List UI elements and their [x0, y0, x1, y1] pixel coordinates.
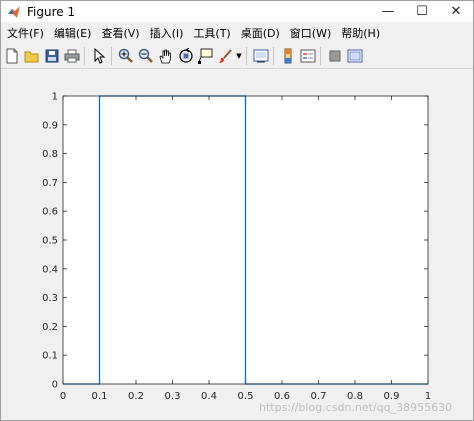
- minimize-icon: —: [381, 4, 395, 19]
- y-tick-label: 0.5: [42, 236, 58, 247]
- pan-button[interactable]: [157, 47, 175, 65]
- menu-help[interactable]: 帮助(H): [336, 25, 385, 41]
- y-tick-label: 1: [52, 92, 58, 103]
- colorbar-icon: [284, 48, 292, 64]
- close-button[interactable]: ✕: [439, 1, 473, 22]
- save-button[interactable]: [43, 47, 61, 65]
- show-plot-tools-icon: [347, 49, 363, 63]
- hand-icon: [159, 49, 171, 64]
- data-cursor-icon: [198, 48, 213, 64]
- plot-svg: 0 0.1 0.2 0.3 0.4 0.5 0.6 0.7 0.8 0.9 1 0 0.1 0.2 0.3…: [42, 92, 452, 415]
- x-tick-label: 0: [60, 391, 66, 402]
- x-tick-label: 0.1: [92, 391, 108, 402]
- insert-colorbar-button[interactable]: [279, 47, 297, 65]
- toolbar-separator: [246, 47, 247, 65]
- maximize-button[interactable]: ☐: [405, 1, 439, 22]
- toolbar-separator: [273, 47, 274, 65]
- hide-plot-tools-button[interactable]: [326, 47, 344, 65]
- toolbar-separator: [111, 47, 112, 65]
- toolbar-separator: [320, 47, 321, 65]
- figure-window: Figure 1 — ☐ ✕ 文件(F) 编辑(E) 查看(V) 插入(I) 工…: [0, 0, 474, 421]
- data-cursor-button[interactable]: [197, 47, 215, 65]
- x-tick-label: 0.5: [238, 391, 254, 402]
- toolbar-separator: [84, 47, 85, 65]
- zoom-out-button[interactable]: [137, 47, 155, 65]
- link-plot-button[interactable]: [252, 47, 270, 65]
- chevron-down-icon: ▼: [236, 52, 242, 60]
- menu-insert[interactable]: 插入(I): [145, 25, 189, 41]
- menu-tools[interactable]: 工具(T): [188, 25, 235, 41]
- open-file-button[interactable]: [23, 47, 41, 65]
- arrow-pointer-icon: [94, 48, 105, 64]
- y-tick-label: 0.1: [42, 351, 58, 362]
- link-plot-icon: [253, 49, 269, 63]
- print-button[interactable]: [63, 47, 81, 65]
- title-bar[interactable]: Figure 1 — ☐ ✕: [1, 1, 473, 22]
- zoom-in-icon: [118, 48, 133, 63]
- rotate-3d-button[interactable]: [177, 47, 195, 65]
- menu-file[interactable]: 文件(F): [1, 25, 49, 41]
- folder-icon: [24, 51, 39, 63]
- show-plot-tools-button[interactable]: [346, 47, 364, 65]
- figure-canvas: 0 0.1 0.2 0.3 0.4 0.5 0.6 0.7 0.8 0.9 1 0 0.1 0.2 0.3…: [1, 69, 473, 420]
- y-tick-label: 0.7: [42, 178, 58, 189]
- legend-icon: [300, 49, 316, 63]
- rotate-3d-icon: [179, 48, 193, 63]
- y-tick-label: 0.4: [42, 264, 58, 275]
- save-icon: [45, 49, 59, 63]
- zoom-in-button[interactable]: [117, 47, 135, 65]
- close-icon: ✕: [450, 4, 462, 19]
- menu-bar: 文件(F) 编辑(E) 查看(V) 插入(I) 工具(T) 桌面(D) 窗口(W…: [1, 24, 473, 42]
- window-title: Figure 1: [27, 4, 76, 19]
- menu-view[interactable]: 查看(V): [96, 25, 144, 41]
- brush-button[interactable]: [217, 47, 235, 65]
- x-tick-label: 0.2: [128, 391, 144, 402]
- menu-desktop[interactable]: 桌面(D): [236, 25, 285, 41]
- printer-icon: [64, 49, 80, 63]
- edit-plot-button[interactable]: [90, 47, 108, 65]
- brush-icon: [219, 49, 232, 63]
- y-tick-label: 0.2: [42, 322, 58, 333]
- brush-dropdown[interactable]: ▼: [235, 47, 243, 65]
- x-tick-label: 0.3: [165, 391, 181, 402]
- x-tick-label: 0.4: [201, 391, 217, 402]
- maximize-icon: ☐: [416, 4, 428, 19]
- y-tick-label: 0: [52, 380, 58, 391]
- menu-window[interactable]: 窗口(W): [285, 25, 336, 41]
- minimize-button[interactable]: —: [371, 1, 405, 22]
- new-file-icon: [6, 48, 18, 64]
- zoom-out-icon: [138, 48, 153, 63]
- y-tick-label: 0.8: [42, 149, 58, 160]
- figure-toolbar: ▼: [1, 44, 473, 69]
- y-tick-label: 0.3: [42, 293, 58, 304]
- matlab-logo-icon: [8, 5, 20, 18]
- y-tick-label: 0.6: [42, 207, 58, 218]
- watermark-text: https://blog.csdn.net/qq_38955630: [259, 401, 452, 414]
- menu-edit[interactable]: 编辑(E): [49, 25, 97, 41]
- new-figure-button[interactable]: [3, 47, 21, 65]
- hide-plot-tools-icon: [329, 50, 341, 62]
- y-tick-label: 0.9: [42, 120, 58, 131]
- insert-legend-button[interactable]: [299, 47, 317, 65]
